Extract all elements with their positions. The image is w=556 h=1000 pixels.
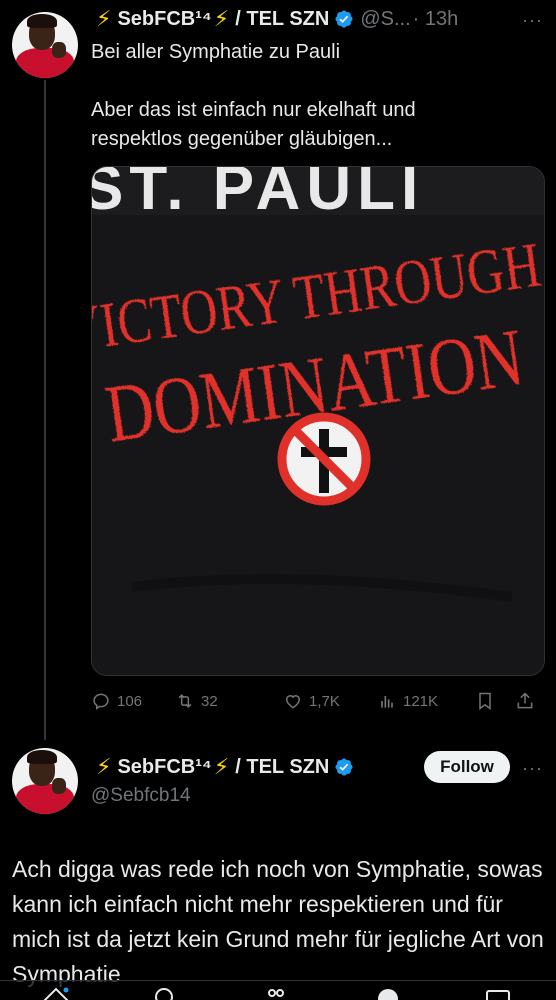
verified-badge-icon — [335, 10, 353, 28]
tweet-text: Ach digga was rede ich noch von Symphati… — [12, 856, 544, 987]
search-icon[interactable] — [150, 987, 178, 1000]
author-handle[interactable]: @Sebfcb14 — [91, 785, 191, 807]
grok-icon[interactable] — [262, 987, 290, 1000]
messages-icon[interactable] — [484, 987, 512, 1000]
author-name[interactable]: SebFCB¹⁴ — [117, 8, 211, 31]
author-handle[interactable]: @S... — [360, 8, 410, 31]
anti-religion-symbol-icon — [277, 412, 371, 506]
communities-icon[interactable] — [374, 987, 402, 1000]
repost-icon — [178, 694, 192, 708]
share-button[interactable] — [515, 691, 541, 711]
author-name[interactable]: SebFCB¹⁴ — [117, 756, 211, 779]
more-options-icon[interactable]: ··· — [522, 758, 543, 779]
lightning-emoji: ⚡ — [96, 754, 112, 779]
heart-icon — [285, 695, 301, 709]
avatar[interactable] — [12, 12, 78, 78]
thread-line — [44, 80, 46, 740]
tweet-actions: 106 32 1,7K 121K — [91, 688, 547, 714]
follow-button[interactable]: Follow — [424, 751, 510, 783]
bookmark-button[interactable] — [475, 691, 515, 711]
author-name-suffix[interactable]: / TEL SZN — [235, 8, 329, 31]
reply-button[interactable]: 106 — [91, 691, 175, 711]
share-icon — [517, 692, 533, 709]
avatar[interactable] — [12, 748, 78, 814]
bottom-nav-bar — [0, 980, 556, 1000]
tweet-image[interactable]: ST. PAULI VICTORY THROUGH DOMINATION — [91, 166, 545, 676]
tweet-text-line: respektlos gegenüber gläubigen... — [91, 128, 393, 150]
tweet-text-line: Aber das ist einfach nur ekelhaft und — [91, 99, 416, 121]
bookmark-icon — [479, 692, 491, 710]
views-icon — [381, 696, 393, 708]
reply-icon — [93, 693, 109, 711]
lightning-emoji: ⚡ — [96, 6, 112, 31]
timestamp[interactable]: · 13h — [413, 8, 459, 31]
like-button[interactable]: 1,7K — [283, 691, 377, 711]
tweet-text-line: Bei aller Symphatie zu Pauli — [91, 41, 341, 63]
image-text-top: ST. PAULI — [92, 167, 424, 223]
lightning-emoji: ⚡ — [213, 754, 230, 779]
views-button[interactable]: 121K — [377, 691, 475, 711]
author-name-suffix[interactable]: / TEL SZN — [235, 756, 329, 779]
tweet-header: ⚡ SebFCB¹⁴ ⚡ / TEL SZN — [96, 754, 354, 780]
lightning-emoji: ⚡ — [213, 6, 230, 31]
tweet-text: Bei aller Symphatie zu Pauli Aber das is… — [91, 38, 416, 154]
home-icon[interactable] — [42, 987, 70, 1000]
tweet-header: ⚡ SebFCB¹⁴ ⚡ / TEL SZN @S... · 13h — [96, 6, 458, 32]
repost-button[interactable]: 32 — [175, 691, 283, 711]
more-options-icon[interactable]: ··· — [522, 10, 543, 31]
verified-badge-icon — [335, 758, 353, 776]
